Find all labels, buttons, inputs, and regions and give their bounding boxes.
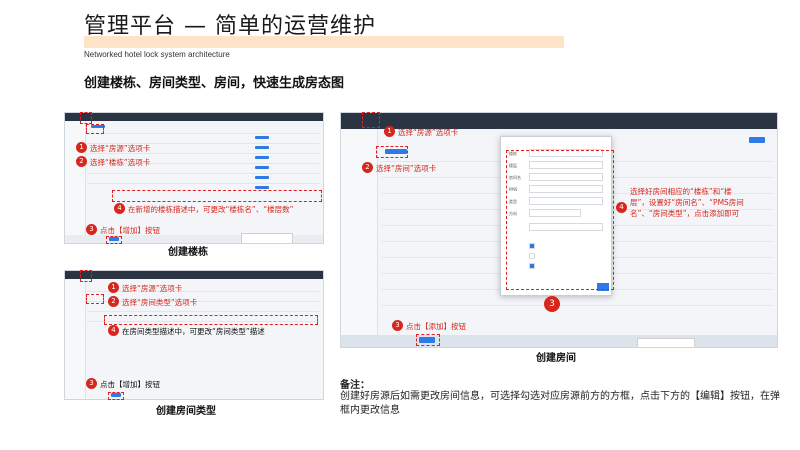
app-sidebar	[341, 129, 378, 347]
app-bottombar	[341, 335, 777, 347]
highlight-add-button	[106, 236, 122, 244]
step-badge: 3	[392, 320, 403, 331]
step-badge: 4	[114, 203, 125, 214]
highlight-tab-houses	[80, 112, 92, 124]
step-badge: 3	[544, 296, 560, 312]
highlight-tab-houses	[362, 112, 380, 128]
step-badge: 2	[362, 162, 373, 173]
step-text: 点击【添加】按钮	[406, 322, 466, 331]
section-heading: 创建楼栋、房间类型、房间，快速生成房态图	[84, 76, 345, 91]
highlight-add-button	[416, 334, 440, 346]
step-text: 选择“房间”选项卡	[376, 164, 437, 173]
ime-toolbar	[637, 338, 695, 347]
step-text: 选择“房源”选项卡	[90, 144, 151, 153]
step-text: 选择“房间类型”选项卡	[122, 298, 198, 307]
panel-caption: 创建房间类型	[156, 406, 216, 417]
page-subtitle: Networked hotel lock system architecture	[84, 50, 230, 59]
highlight-dialog-form	[506, 150, 614, 290]
step-badge: 2	[108, 296, 119, 307]
highlight-roomtype-row	[104, 315, 318, 325]
step-badge: 1	[108, 282, 119, 293]
step-text: 点击【增加】按钮	[100, 226, 160, 235]
step-text: 选择“楼栋”选项卡	[90, 158, 151, 167]
highlight-add-button	[108, 392, 124, 400]
step-badge: 3	[86, 378, 97, 389]
ime-toolbar	[241, 233, 293, 243]
highlight-tab-roomtype	[86, 294, 104, 304]
note-label: 备注：	[340, 380, 370, 391]
step-text: 选择“房源”选项卡	[122, 284, 183, 293]
step-text: 选择“房源”选项卡	[398, 128, 459, 137]
highlight-tab-building	[86, 124, 104, 134]
panel-caption: 创建房间	[536, 353, 576, 364]
app-sidebar	[65, 279, 86, 399]
highlight-new-row	[112, 190, 322, 202]
app-topbar	[65, 271, 323, 279]
highlight-tab-houses	[80, 270, 92, 282]
step-text: 点击【增加】按钮	[100, 380, 160, 389]
step-badge: 1	[384, 126, 395, 137]
app-topbar	[65, 113, 323, 121]
app-sidebar	[65, 121, 86, 243]
highlight-tab-room	[376, 146, 408, 158]
step-badge: 1	[76, 142, 87, 153]
note-text: 创建好房源后如需更改房间信息，可选择勾选对应房源前方的方框，点击下方的【编辑】按…	[340, 391, 780, 416]
step-badge: 4	[108, 325, 119, 336]
step-text: 在房间类型描述中，可更改“房间类型”描述	[122, 327, 265, 336]
top-right-button[interactable]	[749, 137, 765, 143]
step-badge: 3	[86, 224, 97, 235]
step-text: 在新增的楼栋描述中，可更改“楼栋名”、“楼层数”	[128, 205, 294, 214]
step-badge: 4	[616, 202, 627, 213]
step-text: 选择好房间相应的“楼栋”和“楼层”，设置好“房间名”、“PMS房间名”、“房间类…	[630, 187, 744, 218]
title-highlight-bar	[84, 36, 564, 48]
panel-caption: 创建楼栋	[168, 247, 208, 258]
step-badge: 2	[76, 156, 87, 167]
